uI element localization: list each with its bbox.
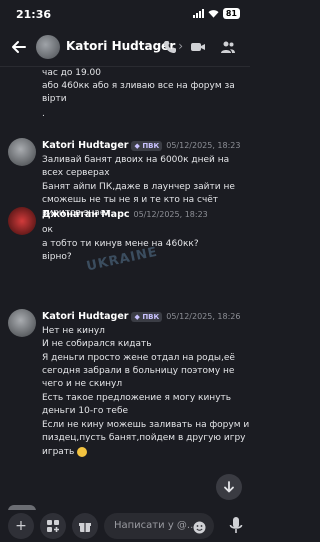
message-input-box[interactable] [104,513,214,539]
message-line: сможешь не ты не я и те кто на счёт [42,195,219,205]
message-header: Katori Hudtager ◆ ПВК 05/12/2025, 18:23 [42,140,240,151]
chat-header: Katori Hudtager › [0,30,250,67]
message-line: вірти [42,94,67,104]
message-line: Нет не кинул [42,326,105,336]
message-line: або 460кк або я зливаю все на форум за [42,81,235,91]
gift-icon [79,523,91,532]
plus-icon: + [15,518,27,534]
guild-tag[interactable]: ◆ ПВК [131,311,163,322]
message-composer: + [0,510,250,542]
author-name[interactable]: Katori Hudtager [42,311,128,322]
apps-icon [47,520,59,532]
timestamp: 05/12/2025, 18:23 [166,141,241,150]
message-line: . [42,109,45,119]
message-line: деньги 10-го тебе [42,406,129,416]
message-line: вірно? [42,252,72,262]
wifi-icon [208,10,219,18]
signal-icon [192,9,204,18]
header-avatar[interactable] [36,35,60,59]
message-line: играть [42,446,88,458]
guild-tag-text: ПВК [142,312,160,321]
author-name[interactable]: Джонатан Марс [42,209,130,220]
message-line: ок [42,225,53,235]
status-icons: 81 [192,8,240,19]
jump-to-latest-button[interactable] [216,474,242,500]
guild-tag[interactable]: ◆ ПВК [131,140,163,151]
timestamp: 05/12/2025, 18:23 [133,210,208,219]
arrow-down-icon [224,481,234,493]
message-line: Заливай банят двоих на 6000к дней на [42,155,230,165]
emoji-icon[interactable] [193,519,206,538]
members-icon[interactable] [220,39,236,55]
message-line: всех серверах [42,168,110,178]
chat-title-text: Katori Hudtager [66,39,176,53]
message-line: Есть такое предложение я могу кинуть [42,393,232,403]
message-line: чего и не скинул [42,379,123,389]
message-header: Джонатан Марс 05/12/2025, 18:23 [42,209,208,220]
author-name[interactable]: Katori Hudtager [42,140,128,151]
message-line: Банят айпи ПК,даже в лаунчер зайти не [42,182,235,192]
message-line: час до 19.00 [42,68,101,78]
avatar[interactable] [8,138,36,166]
message-line: пиздец,пусть банят,пойдем в другую игру [42,433,246,443]
message-input[interactable] [112,519,196,532]
message-line: Я деньги просто жене отдал на роды,её [42,353,235,363]
video-call-icon[interactable] [190,39,206,55]
message-header: Katori Hudtager ◆ ПВК 05/12/2025, 18:26 [42,311,240,322]
guild-tag-text: ПВК [142,141,160,150]
microphone-icon[interactable] [228,516,244,536]
message-line: сегодня забрали в больницу поэтому не [42,366,235,376]
smile-emoji-icon [77,446,88,457]
timestamp: 05/12/2025, 18:26 [166,312,241,321]
gift-button[interactable] [72,513,98,539]
add-attachment-button[interactable]: + [8,513,34,539]
phone-icon[interactable] [162,39,178,55]
chevron-right-icon: › [178,39,184,53]
message-list[interactable]: час до 19.00 або 460кк або я зливаю все … [0,66,250,500]
back-arrow-icon[interactable] [10,38,28,56]
status-bar: 21:36 81 [0,0,250,28]
apps-button[interactable] [40,513,66,539]
message-line: Если не кину можешь заливать на форум и [42,420,250,430]
avatar[interactable] [8,309,36,337]
message-text: играть [42,447,75,457]
battery-icon: 81 [222,8,240,19]
avatar[interactable] [8,207,36,235]
message-line: а тобто ти кинув мене на 460кк? [42,239,199,249]
status-time: 21:36 [16,8,52,21]
message-line: И не собирался кидать [42,339,152,349]
